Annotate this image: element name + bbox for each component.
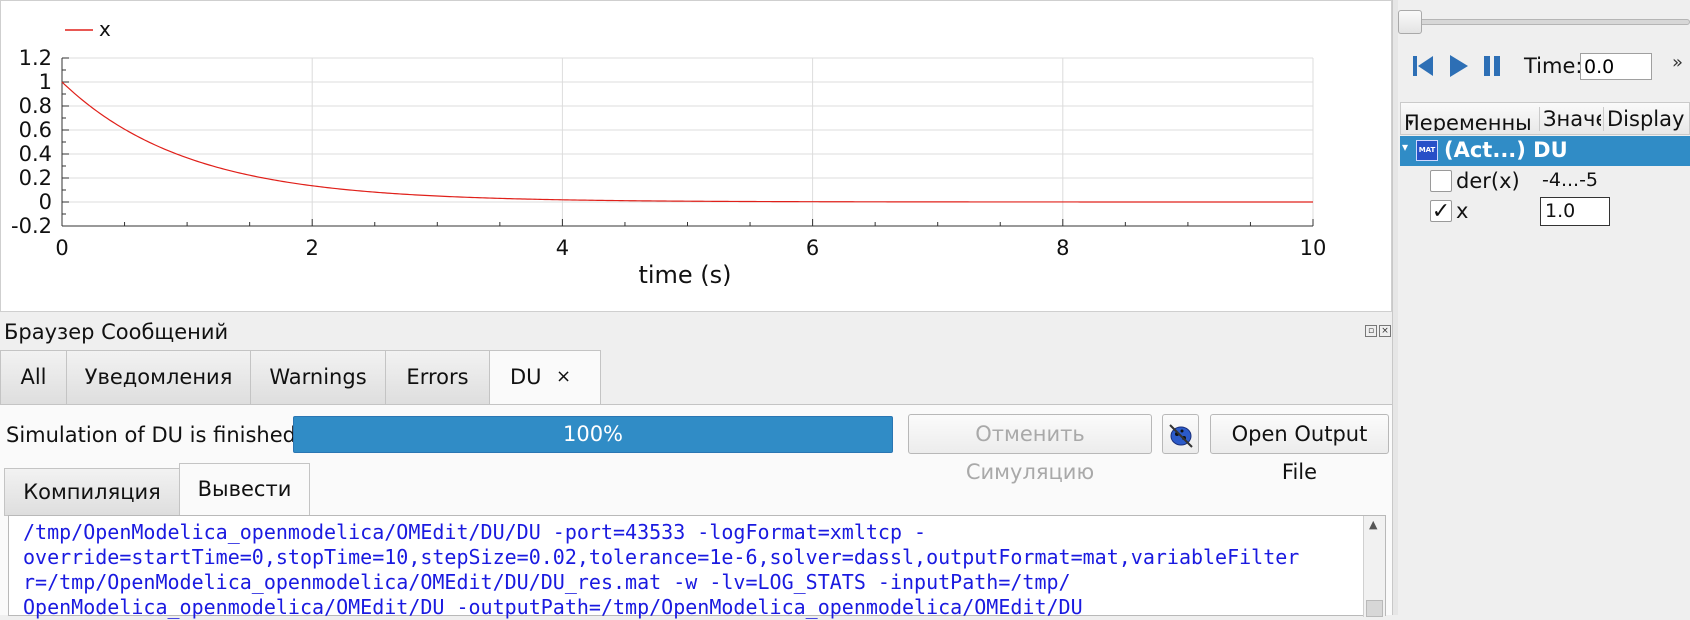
time-slider-handle[interactable] <box>1398 10 1422 34</box>
variable-name: x <box>1456 199 1469 223</box>
simulation-output-log[interactable]: /tmp/OpenModelica_openmodelica/OMEdit/DU… <box>8 515 1386 619</box>
variables-tree-header: Переменны▾ Значе Display <box>1400 102 1690 135</box>
expand-arrow-icon[interactable]: ▾ <box>1402 140 1408 154</box>
simulation-progress-bar: 100% <box>293 416 893 453</box>
legend-label: x <box>99 17 111 41</box>
messages-browser-title: Браузер Сообщений <box>4 320 229 344</box>
y-tick-label: 0.6 <box>19 118 52 142</box>
y-tick-label: 0.2 <box>19 166 52 190</box>
du-tab-content: Simulation of DU is finished. 100% Отмен… <box>0 404 1392 619</box>
time-slider[interactable] <box>1410 19 1690 25</box>
open-output-file-button[interactable]: Open Output File <box>1210 414 1389 484</box>
y-tick-label: -0.2 <box>11 214 52 238</box>
simulation-control-panel: Time: » Переменны▾ Значе Display ▾ MAT (… <box>1398 0 1690 615</box>
scrollbar-thumb[interactable] <box>1366 600 1383 617</box>
tab-du[interactable]: DU × <box>489 350 601 406</box>
tab-warnings[interactable]: Warnings <box>250 350 386 405</box>
toolbar-overflow-icon[interactable]: » <box>1672 52 1683 73</box>
x-tick-label: 6 <box>806 236 819 260</box>
play-icon[interactable] <box>1444 50 1472 82</box>
debug-button[interactable] <box>1162 414 1199 454</box>
column-variables[interactable]: Переменны ▾ <box>1404 107 1532 131</box>
float-dock-icon[interactable]: ▫ <box>1365 325 1377 337</box>
tree-root-item[interactable]: ▾ MAT (Act...) DU <box>1400 136 1690 166</box>
output-line: r=/tmp/OpenModelica_openmodelica/OMEdit/… <box>23 570 1071 594</box>
x-tick-label: 4 <box>556 236 569 260</box>
x-tick-label: 8 <box>1056 236 1069 260</box>
variable-value: -4...-5 <box>1542 169 1599 191</box>
variable-row-x[interactable]: ✓ x 1.0 <box>1400 197 1690 227</box>
y-tick-label: 1.2 <box>19 46 52 70</box>
x-tick-label: 10 <box>1300 236 1327 260</box>
variable-row-der-x[interactable]: der(x) -4...-5 <box>1400 167 1690 197</box>
plot-canvas[interactable]: x time (s) 0 2 4 6 8 101.210.80.60.40.20-0.2 <box>1 1 1393 313</box>
time-input[interactable] <box>1580 53 1652 80</box>
simulation-status: Simulation of DU is finished. <box>6 423 303 447</box>
close-tab-icon[interactable]: × <box>556 351 571 403</box>
cancel-simulation-button[interactable]: Отменить Симуляцию <box>908 414 1152 484</box>
y-tick-label: 1 <box>39 70 52 94</box>
output-scrollbar[interactable]: ▲ <box>1363 516 1385 617</box>
tab-compilation[interactable]: Компиляция <box>4 468 180 516</box>
tree-root-label: (Act...) DU <box>1444 138 1568 162</box>
output-line: OpenModelica_openmodelica/OMEdit/DU -out… <box>23 595 1083 619</box>
close-dock-icon[interactable]: × <box>1379 325 1391 337</box>
rewind-icon[interactable] <box>1408 50 1436 82</box>
output-text: /tmp/OpenModelica_openmodelica/OMEdit/DU… <box>23 520 1369 620</box>
tab-errors[interactable]: Errors <box>385 350 490 405</box>
series-line-x <box>61 81 1313 203</box>
variable-value-input[interactable]: 1.0 <box>1540 197 1610 226</box>
tab-du-label: DU <box>510 365 542 389</box>
column-value[interactable]: Значе <box>1539 107 1601 131</box>
tab-notifications[interactable]: Уведомления <box>66 350 251 405</box>
checkbox-der-x[interactable] <box>1430 170 1452 192</box>
column-display[interactable]: Display <box>1603 107 1690 131</box>
checkbox-x[interactable]: ✓ <box>1430 199 1452 224</box>
x-axis-label: time (s) <box>638 261 731 289</box>
tab-all[interactable]: All <box>0 350 67 405</box>
plot-panel[interactable]: x time (s) 0 2 4 6 8 10 1.2 1 0.8 0.6 0.4 0.2 0 -0.2 <box>0 0 1392 312</box>
scroll-up-icon[interactable]: ▲ <box>1369 518 1377 531</box>
x-tick-label: 0 <box>55 236 68 260</box>
tab-output[interactable]: Вывести <box>179 463 310 516</box>
variable-name: der(x) <box>1456 169 1520 193</box>
y-tick-label: 0.8 <box>19 94 52 118</box>
time-label: Time: <box>1524 54 1583 78</box>
y-tick-label: 0 <box>39 190 52 214</box>
y-tick-label: 0.4 <box>19 142 52 166</box>
mat-file-icon: MAT <box>1416 140 1438 161</box>
output-line: override=startTime=0,stopTime=10,stepSiz… <box>23 545 1300 569</box>
checkmark-icon: ✓ <box>1431 199 1451 224</box>
output-line: /tmp/OpenModelica_openmodelica/OMEdit/DU… <box>23 520 927 544</box>
x-tick-label: 2 <box>306 236 319 260</box>
bug-icon <box>1168 424 1193 448</box>
pause-icon[interactable] <box>1478 50 1506 82</box>
